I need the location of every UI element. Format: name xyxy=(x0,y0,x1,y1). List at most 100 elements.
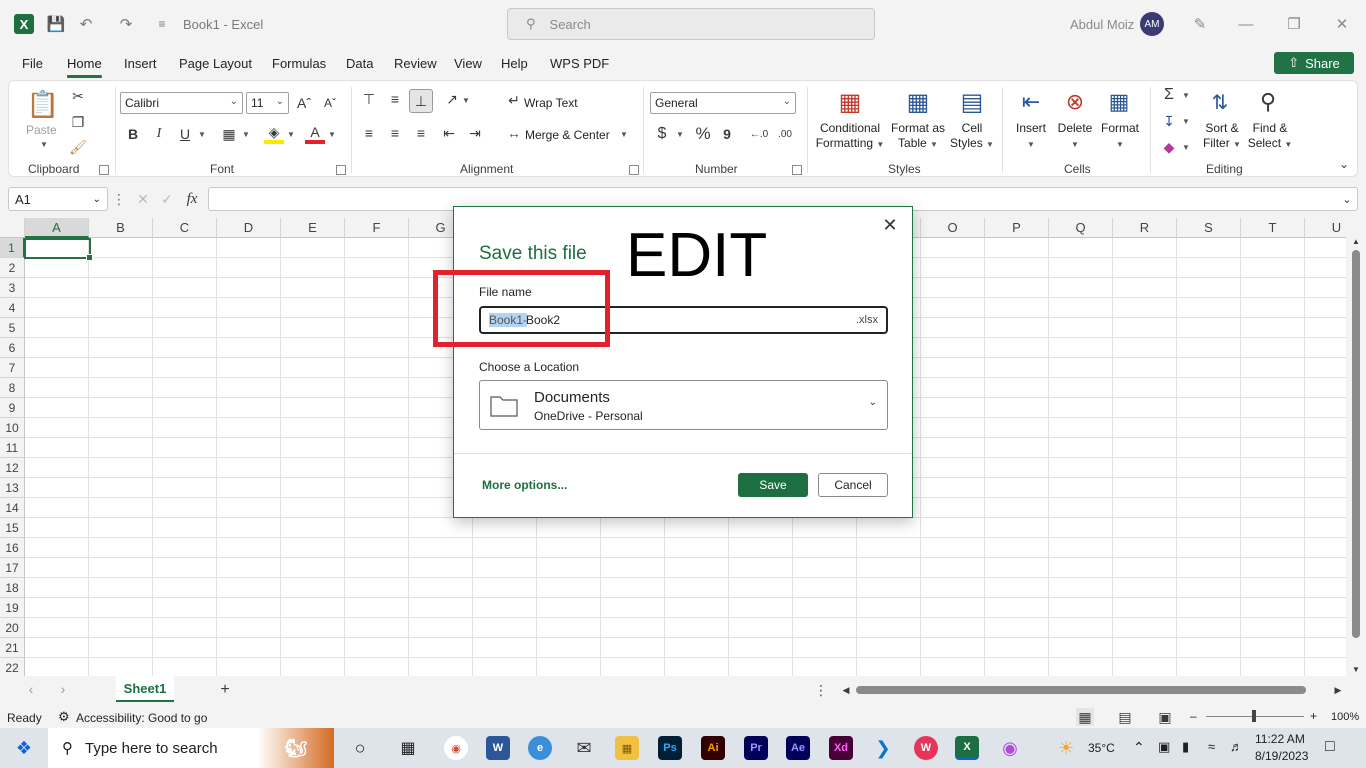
pen-icon[interactable]: ✎ xyxy=(1188,12,1212,36)
active-cell-a1[interactable] xyxy=(24,238,93,261)
wrap-text-icon[interactable]: ↵ xyxy=(505,91,523,109)
align-bottom-icon[interactable]: ⊥ xyxy=(409,89,433,113)
find-select-icon[interactable]: ⚲ xyxy=(1253,87,1283,117)
chevron-down-icon[interactable]: ▼ xyxy=(1181,116,1191,126)
borders-icon[interactable]: ▦ xyxy=(219,124,239,144)
align-top-icon[interactable]: ⊤ xyxy=(359,89,379,109)
currency-button[interactable]: $ xyxy=(653,124,671,144)
copy-icon[interactable]: ❐ xyxy=(67,111,89,133)
tab-review[interactable]: Review xyxy=(394,56,437,71)
restore-icon[interactable]: ❐ xyxy=(1282,12,1306,36)
decrease-decimal-icon[interactable]: .00 xyxy=(775,124,795,144)
windows-start-icon[interactable]: ❖ xyxy=(12,736,36,760)
cortana-icon[interactable]: ○ xyxy=(348,736,372,760)
scroll-right-icon[interactable]: ▶ xyxy=(1332,683,1344,697)
chrome-icon[interactable]: ◉ xyxy=(444,736,468,760)
sort-filter-icon[interactable]: ⇅ xyxy=(1205,87,1235,117)
orientation-icon[interactable]: ↗ xyxy=(441,89,463,109)
column-header[interactable]: E xyxy=(281,218,345,238)
format-as-table-button[interactable]: Format as Table ▼ xyxy=(885,121,951,152)
merge-center-icon[interactable]: ↔ xyxy=(505,124,523,142)
row-header[interactable]: 20 xyxy=(0,618,25,638)
zoom-out-icon[interactable]: – xyxy=(1190,709,1197,723)
chevron-down-icon[interactable]: ▼ xyxy=(286,129,296,139)
row-header[interactable]: 2 xyxy=(0,258,25,278)
column-header[interactable]: B xyxy=(89,218,153,238)
row-header[interactable]: 13 xyxy=(0,478,25,498)
column-header[interactable]: T xyxy=(1241,218,1305,238)
decrease-font-icon[interactable]: Aˇ xyxy=(319,93,341,113)
format-painter-icon[interactable]: 🖌 xyxy=(67,136,89,158)
row-header[interactable]: 7 xyxy=(0,358,25,378)
share-button[interactable]: ⇧ Share xyxy=(1274,52,1354,74)
insert-cells-icon[interactable]: ⇤ xyxy=(1015,87,1047,117)
battery-icon[interactable]: ▮ xyxy=(1182,739,1189,755)
column-header[interactable]: O xyxy=(921,218,985,238)
merge-center-label[interactable]: Merge & Center xyxy=(525,128,610,142)
row-header[interactable]: 15 xyxy=(0,518,25,538)
row-header[interactable]: 10 xyxy=(0,418,25,438)
row-header[interactable]: 5 xyxy=(0,318,25,338)
alignment-launcher-icon[interactable] xyxy=(629,165,639,175)
cancel-entry-icon[interactable]: ✕ xyxy=(134,189,152,209)
tab-data[interactable]: Data xyxy=(346,56,373,71)
word-icon[interactable]: W xyxy=(486,736,510,760)
confirm-entry-icon[interactable]: ✓ xyxy=(158,189,176,209)
tab-view[interactable]: View xyxy=(454,56,482,71)
scroll-down-icon[interactable]: ▼ xyxy=(1350,664,1362,674)
close-icon[interactable]: ✕ xyxy=(880,215,900,235)
row-header[interactable]: 11 xyxy=(0,438,25,458)
column-header[interactable]: U xyxy=(1305,218,1346,238)
row-header[interactable]: 22 xyxy=(0,658,25,676)
row-header[interactable]: 4 xyxy=(0,298,25,318)
align-right-icon[interactable]: ≡ xyxy=(411,123,431,143)
column-header[interactable]: A xyxy=(25,218,89,238)
chevron-down-icon[interactable]: ▼ xyxy=(619,129,629,139)
column-header[interactable]: R xyxy=(1113,218,1177,238)
accessibility-status[interactable]: Accessibility: Good to go xyxy=(76,711,207,725)
tab-page-layout[interactable]: Page Layout xyxy=(179,56,252,71)
save-icon[interactable]: 💾 xyxy=(46,14,66,34)
row-header[interactable]: 18 xyxy=(0,578,25,598)
chevron-down-icon[interactable]: ▼ xyxy=(675,129,685,139)
wrap-text-label[interactable]: Wrap Text xyxy=(524,96,578,110)
page-break-view-icon[interactable]: ▣ xyxy=(1156,708,1174,726)
file-explorer-icon[interactable]: ▦ xyxy=(615,736,639,760)
format-cells-icon[interactable]: ▦ xyxy=(1103,87,1135,117)
vscode-icon[interactable]: ❯ xyxy=(871,736,895,760)
bold-button[interactable]: B xyxy=(123,124,143,144)
cancel-button[interactable]: Cancel xyxy=(818,473,888,497)
underline-button[interactable]: U xyxy=(175,124,195,144)
insert-function-icon[interactable]: fx xyxy=(182,189,202,209)
row-header[interactable]: 9 xyxy=(0,398,25,418)
align-middle-icon[interactable]: ≡ xyxy=(385,89,405,109)
font-color-icon[interactable]: A xyxy=(305,124,325,144)
percent-button[interactable]: % xyxy=(693,124,713,144)
increase-indent-icon[interactable]: ⇥ xyxy=(465,123,485,143)
next-sheet-icon[interactable]: › xyxy=(56,681,70,697)
wifi-icon[interactable]: ≈ xyxy=(1208,739,1215,754)
number-format-select[interactable]: General ⌄ xyxy=(650,92,796,114)
add-sheet-button[interactable]: + xyxy=(216,681,234,699)
font-launcher-icon[interactable] xyxy=(336,165,346,175)
meet-now-icon[interactable]: ▣ xyxy=(1158,739,1170,755)
column-header[interactable]: F xyxy=(345,218,409,238)
paste-icon[interactable]: 📋 xyxy=(27,87,59,121)
delete-cells-icon[interactable]: ⊗ xyxy=(1059,87,1091,117)
chevron-down-icon[interactable]: ▼ xyxy=(1181,90,1191,100)
align-left-icon[interactable]: ≡ xyxy=(359,123,379,143)
row-header[interactable]: 21 xyxy=(0,638,25,658)
scroll-up-icon[interactable]: ▲ xyxy=(1350,236,1362,246)
weather-icon[interactable]: ☀ xyxy=(1058,738,1074,759)
clear-icon[interactable]: ◆ xyxy=(1159,137,1179,157)
chevron-down-icon[interactable]: ▼ xyxy=(241,129,251,139)
format-cells-button[interactable]: Format ▼ xyxy=(1097,121,1143,152)
row-header[interactable]: 14 xyxy=(0,498,25,518)
wps-icon[interactable]: W xyxy=(914,736,938,760)
sort-filter-button[interactable]: Sort & Filter ▼ xyxy=(1199,121,1245,152)
weather-temp[interactable]: 35°C xyxy=(1088,741,1115,755)
increase-font-icon[interactable]: Aˆ xyxy=(293,93,315,113)
tab-home[interactable]: Home xyxy=(67,56,102,78)
after-effects-icon[interactable]: Ae xyxy=(786,736,810,760)
column-header[interactable]: D xyxy=(217,218,281,238)
